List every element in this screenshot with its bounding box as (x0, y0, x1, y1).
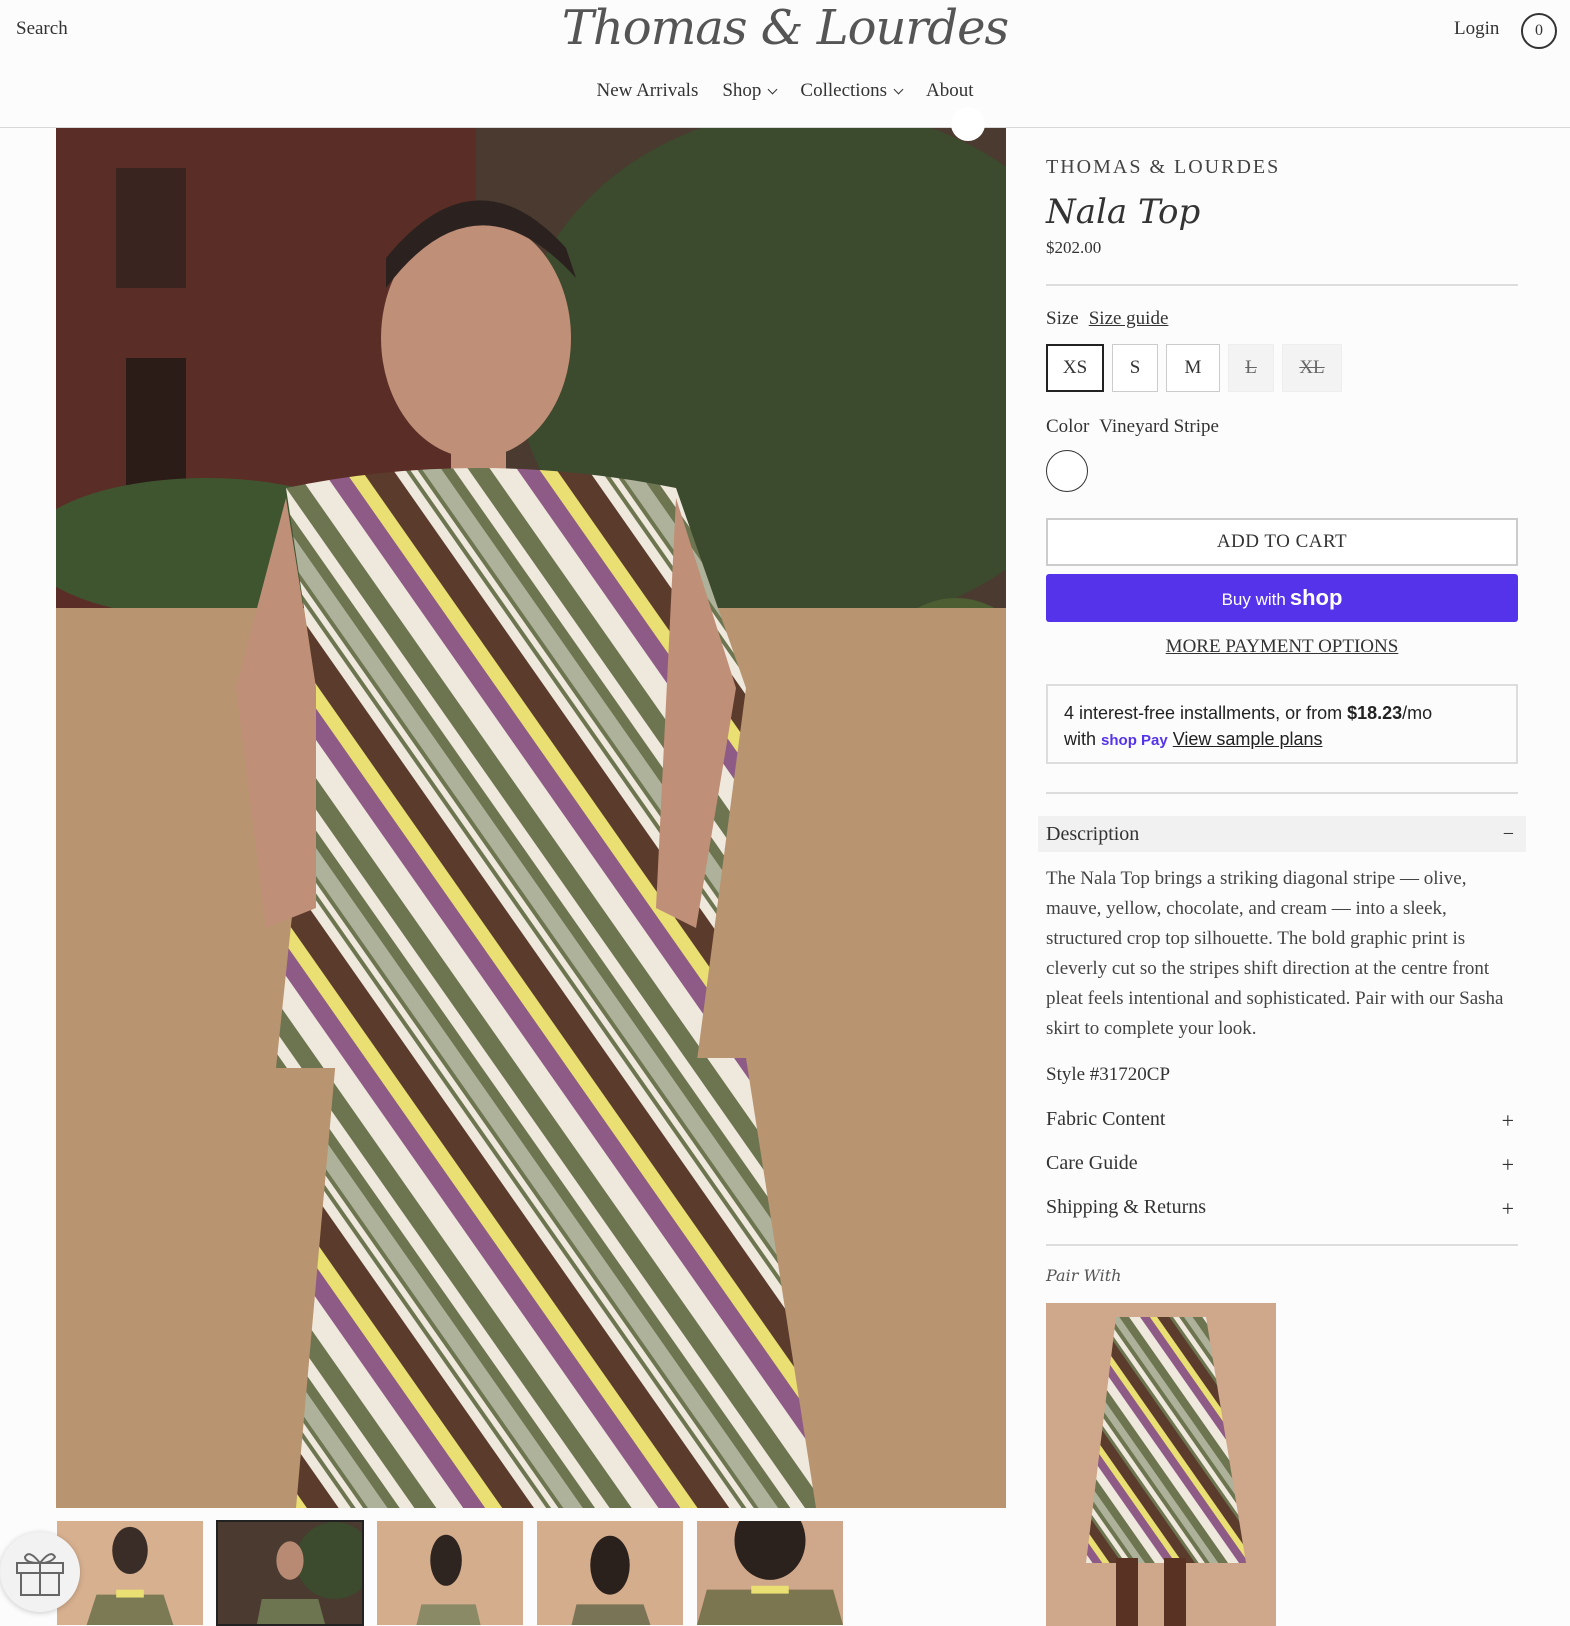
thumbnail-strip (56, 1520, 844, 1626)
shop-pay-logo: shop Pay (1101, 732, 1168, 749)
description-accordion-header[interactable]: Description − (1038, 816, 1526, 852)
size-label-row: Size Size guide (1046, 308, 1168, 330)
thumbnail-2[interactable] (216, 1520, 364, 1626)
nav-label: Shop (722, 80, 762, 101)
nav-new-arrivals[interactable]: New Arrivals (597, 80, 699, 102)
chevron-down-icon (767, 84, 778, 94)
thumbnail-5[interactable] (696, 1520, 844, 1626)
color-label: Color (1046, 416, 1090, 437)
size-option-s[interactable]: S (1112, 344, 1158, 392)
site-header: Search Thomas & Lourdes Login 0 New Arri… (0, 0, 1570, 128)
product-price: $202.00 (1046, 238, 1102, 257)
size-label: Size (1046, 308, 1079, 329)
plus-icon: + (1501, 1108, 1514, 1133)
gift-icon[interactable] (0, 1532, 80, 1612)
plus-icon: + (1501, 1152, 1514, 1177)
accordion-label: Care Guide (1046, 1152, 1138, 1174)
nav-label: New Arrivals (596, 80, 699, 101)
pair-with-heading: Pair With (1046, 1266, 1122, 1285)
shop-logo: shop (1289, 585, 1343, 610)
buy-with-shop-button[interactable]: Buy with shop (1046, 574, 1518, 622)
accordion-label: Shipping & Returns (1046, 1196, 1207, 1218)
accordion-label: Fabric Content (1046, 1108, 1166, 1130)
divider (1046, 1244, 1518, 1246)
site-logo[interactable]: Thomas & Lourdes (0, 0, 1570, 56)
buy-with-label: Buy with (1221, 590, 1286, 609)
nav-shop[interactable]: Shop (722, 80, 778, 102)
size-option-m[interactable]: M (1166, 344, 1220, 392)
more-payment-options-link[interactable]: MORE PAYMENT OPTIONS (1046, 636, 1518, 658)
thumbnail-4[interactable] (536, 1520, 684, 1626)
installments-period: /mo (1402, 703, 1433, 723)
product-title: Nala Top (1046, 192, 1201, 232)
model-photo-illustration (56, 128, 1006, 1508)
installments-with: with (1064, 729, 1097, 749)
installments-amount: $18.23 (1347, 703, 1403, 723)
description-title: Description (1046, 823, 1140, 845)
installments-banner: 4 interest-free installments, or from $1… (1046, 684, 1518, 764)
accordion-fabric-content[interactable]: Fabric Content + (1046, 1108, 1518, 1133)
zoom-button[interactable] (951, 107, 985, 141)
thumbnail-3[interactable] (376, 1520, 524, 1626)
divider (1046, 792, 1518, 794)
nav-about[interactable]: About (926, 80, 974, 102)
nav-collections[interactable]: Collections (800, 80, 904, 102)
product-main-image[interactable] (56, 128, 1006, 1508)
accordion-shipping-returns[interactable]: Shipping & Returns + (1046, 1196, 1518, 1221)
color-value: Vineyard Stripe (1099, 416, 1219, 437)
skirt-illustration (1046, 1303, 1276, 1626)
color-label-row: Color Vineyard Stripe (1046, 416, 1219, 438)
style-number: Style #31720CP (1046, 1064, 1171, 1085)
cart-button[interactable]: 0 (1521, 13, 1557, 49)
description-text: The Nala Top brings a striking diagonal … (1046, 868, 1504, 1039)
minus-icon: − (1502, 823, 1514, 845)
product-vendor[interactable]: THOMAS & LOURDES (1046, 156, 1280, 179)
size-options: XS S M L XL (1046, 344, 1342, 392)
installments-text: 4 interest-free installments, or from (1064, 703, 1348, 723)
plus-icon: + (1501, 1196, 1514, 1221)
size-option-xs[interactable]: XS (1046, 344, 1104, 392)
main-nav: New Arrivals Shop Collections About (0, 80, 1570, 102)
size-option-xl[interactable]: XL (1282, 344, 1342, 392)
accordion-care-guide[interactable]: Care Guide + (1046, 1152, 1518, 1177)
color-swatch[interactable] (1046, 450, 1088, 492)
divider (1046, 284, 1518, 286)
size-option-l[interactable]: L (1228, 344, 1274, 392)
add-to-cart-button[interactable]: ADD TO CART (1046, 518, 1518, 566)
size-guide-link[interactable]: Size guide (1089, 308, 1169, 330)
login-link[interactable]: Login (1454, 18, 1499, 40)
view-sample-plans-link[interactable]: View sample plans (1173, 729, 1323, 749)
nav-label: About (925, 80, 974, 101)
chevron-down-icon (893, 84, 904, 94)
nav-label: Collections (800, 80, 887, 101)
pair-with-product-image[interactable] (1046, 1303, 1276, 1626)
